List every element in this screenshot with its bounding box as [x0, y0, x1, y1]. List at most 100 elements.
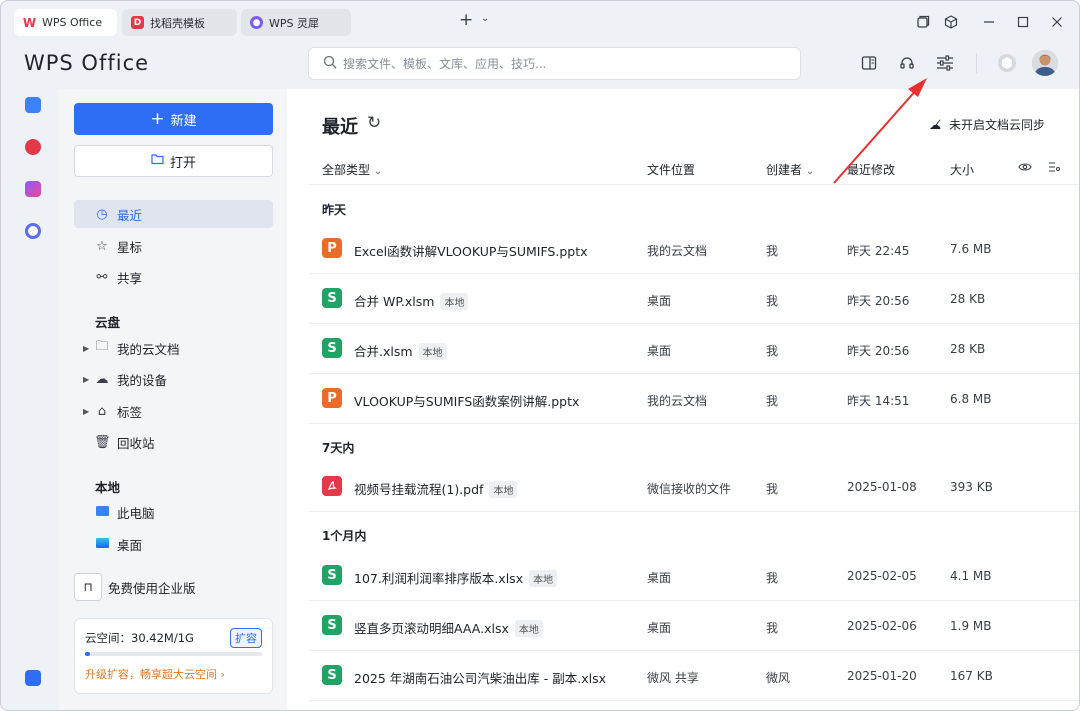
file-location: 桌面: [647, 344, 672, 358]
storage-usage-text: 云空间：30.42M/1G: [85, 631, 194, 645]
file-row[interactable]: S 107.利润利润率排序版本.xlsx 本地 桌面 我 2025-02-05 4.1 MB: [309, 551, 1079, 601]
new-button[interactable]: + 新建: [74, 103, 273, 135]
header-divider: [976, 53, 977, 73]
file-size: 1.9 MB: [950, 619, 992, 633]
file-name-cell: VLOOKUP与SUMIFS函数案例讲解.pptx: [354, 391, 579, 410]
tab-wps-office[interactable]: W WPS Office: [14, 9, 117, 36]
sidebar-item-recent[interactable]: ◷ 最近: [74, 200, 273, 228]
rail-workspace-icon[interactable]: [25, 670, 41, 686]
file-modified: 2025-01-20: [847, 669, 917, 683]
file-name-cell: 107.利润利润率排序版本.xlsx 本地: [354, 568, 558, 587]
file-size: 28 KB: [950, 342, 986, 356]
rail-lingxi-icon[interactable]: [25, 223, 41, 239]
file-row[interactable]: S 2025 年湖南石油公司汽柴油出库 - 副本.xlsx 微风 共享 微风 2025-…: [309, 651, 1079, 701]
layout-panel-icon[interactable]: [858, 52, 880, 74]
left-panel: + 新建 打开 ◷ 最近 ☆ 星标 ⚯ 共享 云盘 ▶ 🗀 我的云文档 ▶ ☁ …: [59, 89, 287, 710]
monitor-icon: [94, 505, 110, 520]
file-modified: 2025-02-05: [847, 569, 917, 583]
file-location: 桌面: [647, 621, 672, 635]
plus-icon: +: [150, 109, 165, 129]
file-row[interactable]: 视频号挂载流程(1).pdf 本地 微信接收的文件 我 2025-01-08 393 KB: [309, 462, 1079, 512]
sidebar-item-label: 我的设备: [117, 372, 168, 388]
enterprise-label: 免费使用企业版: [108, 580, 196, 596]
file-location: 桌面: [647, 294, 672, 308]
filter-creator-dropdown[interactable]: 创建者 ⌄: [766, 161, 814, 178]
sidebar-item-label: 共享: [117, 270, 143, 286]
caret-right-icon[interactable]: ▶: [83, 375, 89, 384]
minimize-button[interactable]: [979, 12, 999, 32]
refresh-icon[interactable]: ↻: [367, 113, 381, 133]
sidebar-item-this-pc[interactable]: 此电脑: [74, 498, 273, 526]
file-name-cell: 合并.xlsm 本地: [354, 341, 447, 360]
tab-list-chevron-icon[interactable]: ⌄: [481, 13, 489, 24]
spreadsheet-file-icon: S: [322, 288, 342, 308]
sidebar-item-trash[interactable]: 🗑 回收站: [74, 428, 273, 456]
file-row[interactable]: P Excel函数讲解VLOOKUP与SUMIFS.pptx 我的云文档 我 昨天 22…: [309, 224, 1079, 274]
file-row[interactable]: S 竖直多页滚动明细AAA.xlsx 本地 桌面 我 2025-02-06 1.9 MB: [309, 601, 1079, 651]
close-button[interactable]: [1047, 12, 1067, 32]
file-size: 7.6 MB: [950, 242, 992, 256]
file-creator: 我: [766, 482, 779, 496]
file-row[interactable]: S 合并 WP.xlsm 本地 桌面 我 昨天 20:56 28 KB: [309, 274, 1079, 324]
tag-icon: ⌂: [97, 403, 107, 419]
rail-docer-icon[interactable]: [25, 139, 41, 155]
column-size[interactable]: 大小: [950, 161, 974, 178]
enterprise-button[interactable]: ⊓ 免费使用企业版: [74, 571, 273, 603]
file-modified: 昨天 22:45: [847, 244, 910, 258]
enterprise-icon: ⊓: [74, 573, 102, 601]
sidebar-item-desktop[interactable]: 桌面: [74, 530, 273, 558]
desktop-icon: [94, 537, 110, 552]
open-button[interactable]: 打开: [74, 145, 273, 177]
cube-icon[interactable]: [941, 12, 961, 32]
sidebar-item-my-cloud-docs[interactable]: ▶ 🗀 我的云文档: [74, 334, 273, 362]
trash-icon: 🗑: [94, 434, 111, 450]
search-icon: [323, 55, 337, 72]
rail-docs-icon[interactable]: [25, 97, 41, 113]
maximize-button[interactable]: [1013, 12, 1033, 32]
sidebar-item-shared[interactable]: ⚯ 共享: [74, 263, 273, 291]
file-location: 我的云文档: [647, 394, 708, 408]
cloud-section-title: 云盘: [95, 315, 121, 330]
cloud-sync-label: 未开启文档云同步: [948, 118, 1045, 132]
file-name: VLOOKUP与SUMIFS函数案例讲解.pptx: [354, 394, 580, 409]
membership-badge-icon[interactable]: [996, 52, 1018, 74]
avatar[interactable]: [1032, 50, 1058, 76]
upgrade-storage-link[interactable]: 升级扩容，畅享超大云空间 ›: [85, 666, 225, 682]
file-row[interactable]: S 合并.xlsm 本地 桌面 我 昨天 20:56 28 KB: [309, 324, 1079, 374]
spreadsheet-file-icon: S: [322, 565, 342, 585]
spreadsheet-file-icon: S: [322, 338, 342, 358]
app-window: W WPS Office D 找稻壳模板 ● WPS 灵犀 + ⌄ WPS Of…: [0, 0, 1080, 711]
tab-lingxi[interactable]: ● WPS 灵犀: [241, 9, 351, 36]
caret-right-icon[interactable]: ▶: [83, 407, 89, 416]
app-logo: WPS Office: [24, 51, 150, 75]
sidebar-item-label: 我的云文档: [117, 341, 180, 357]
rail-apps-icon[interactable]: [25, 181, 41, 197]
caret-right-icon[interactable]: ▶: [83, 344, 89, 353]
expand-storage-button[interactable]: 扩容: [230, 628, 262, 648]
clock-icon: ◷: [96, 206, 108, 222]
headset-icon[interactable]: [896, 52, 918, 74]
sidebar-item-tags[interactable]: ▶ ⌂ 标签: [74, 397, 273, 425]
search-input[interactable]: [343, 56, 783, 71]
settings-sliders-icon[interactable]: [934, 52, 956, 74]
column-modified[interactable]: 最近修改: [847, 161, 895, 178]
file-name-cell: 合并 WP.xlsm 本地: [354, 291, 469, 310]
filter-type-dropdown[interactable]: 全部类型 ⌄: [322, 161, 382, 178]
main-content: 最近 ↻ ☁̸ 未开启文档云同步 全部类型 ⌄ 文件位置 创建者 ⌄ 最近修改 …: [287, 89, 1079, 710]
window-switch-icon[interactable]: [913, 12, 933, 32]
new-tab-button[interactable]: +: [459, 10, 473, 30]
file-modified: 2025-02-06: [847, 619, 917, 633]
column-settings-icon[interactable]: [1048, 161, 1060, 176]
file-name: 107.利润利润率排序版本.xlsx: [354, 571, 524, 586]
group-label: 昨天: [322, 203, 347, 217]
cloud-sync-status[interactable]: ☁̸ 未开启文档云同步: [929, 116, 1045, 133]
file-name-cell: 竖直多页滚动明细AAA.xlsx 本地: [354, 618, 543, 637]
search-box[interactable]: [308, 47, 801, 80]
file-row[interactable]: P VLOOKUP与SUMIFS函数案例讲解.pptx 我的云文档 我 昨天 14:51…: [309, 374, 1079, 424]
tab-docer[interactable]: D 找稻壳模板: [122, 9, 237, 36]
sidebar-item-my-devices[interactable]: ▶ ☁ 我的设备: [74, 365, 273, 393]
sidebar-item-starred[interactable]: ☆ 星标: [74, 232, 273, 260]
eye-icon[interactable]: [1018, 161, 1032, 175]
column-location[interactable]: 文件位置: [647, 161, 695, 178]
presentation-file-icon: P: [322, 388, 342, 408]
